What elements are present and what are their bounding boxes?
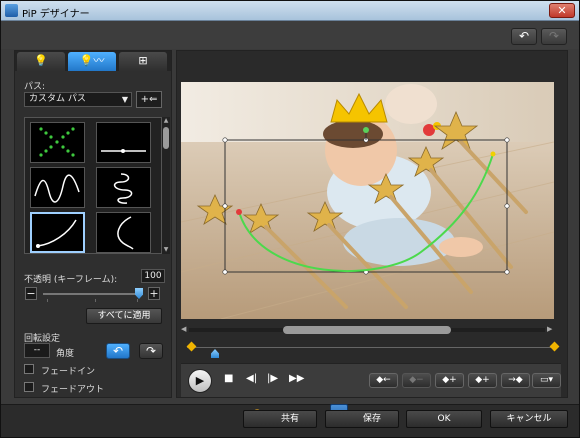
- slider-tick: [95, 299, 96, 302]
- next-keyframe-button[interactable]: →◆: [501, 373, 530, 388]
- slider-tick: [47, 299, 48, 302]
- previous-frame-button[interactable]: ◀|: [246, 373, 257, 384]
- tab-motion-path-icon[interactable]: 💡〰: [68, 52, 116, 71]
- scrollbar-thumb[interactable]: [163, 127, 169, 149]
- window-title: PiP デザイナー: [22, 9, 90, 20]
- tab-properties-lightbulb-icon[interactable]: 💡: [17, 52, 65, 71]
- path-dropdown[interactable]: カスタム パス ▼: [24, 92, 132, 107]
- spiral-path-icon: [113, 173, 133, 204]
- path-template-hook[interactable]: [96, 212, 151, 253]
- x-path-icon: [39, 127, 75, 157]
- path-template-line[interactable]: [96, 122, 151, 163]
- rotate-cw-button[interactable]: ↷: [139, 343, 163, 359]
- stop-button[interactable]: ■: [224, 373, 233, 384]
- curve-path-icon: [36, 219, 77, 248]
- hook-path-icon: [117, 216, 134, 250]
- scroll-left-icon[interactable]: ◀: [181, 325, 186, 333]
- close-button[interactable]: ✕: [549, 3, 575, 18]
- path-label: パス:: [24, 82, 46, 92]
- cancel-button[interactable]: キャンセル: [490, 410, 568, 428]
- add-keyframe-button[interactable]: ◆+: [435, 373, 464, 388]
- preview-image: [181, 82, 554, 319]
- scroll-up-icon[interactable]: ▲: [162, 117, 170, 125]
- timeline-track: [187, 347, 553, 348]
- top-toolbar: [1, 21, 579, 49]
- rotation-unit-label: 角度: [56, 349, 75, 359]
- save-button[interactable]: 保存: [325, 410, 399, 428]
- opacity-slider-handle[interactable]: [135, 288, 143, 299]
- opacity-value-field[interactable]: 100: [141, 269, 165, 283]
- path-template-curve-selected[interactable]: [30, 212, 85, 253]
- remove-keyframe-button[interactable]: ◆−: [402, 373, 431, 388]
- scrollbar-thumb[interactable]: [283, 326, 451, 334]
- opacity-slider-track[interactable]: [43, 293, 141, 295]
- fade-in-label: フェードイン: [41, 367, 96, 377]
- keyframe-timeline[interactable]: [181, 341, 561, 359]
- rotation-angle-field[interactable]: --: [24, 343, 50, 358]
- path-template-spiral[interactable]: [96, 167, 151, 208]
- rotate-ccw-button[interactable]: ↶: [106, 343, 130, 359]
- path-grid-scrollbar[interactable]: ▲ ▼: [162, 117, 170, 254]
- path-dropdown-value: カスタム パス: [29, 94, 86, 104]
- fade-out-label: フェードアウト: [41, 385, 105, 395]
- scroll-right-icon[interactable]: ▶: [547, 325, 552, 333]
- opacity-label: 不透明 (キーフレーム):: [24, 275, 118, 285]
- duplicate-keyframe-button[interactable]: ◆+: [468, 373, 497, 388]
- fast-forward-button[interactable]: ▶▶: [289, 373, 304, 384]
- ok-button[interactable]: OK: [406, 410, 482, 428]
- scroll-down-icon[interactable]: ▼: [162, 246, 170, 254]
- keyframe-marker-end[interactable]: [549, 341, 560, 352]
- path-template-wave[interactable]: [30, 167, 85, 208]
- path-template-x[interactable]: [30, 122, 85, 163]
- opacity-plus-button[interactable]: +: [148, 287, 160, 300]
- line-path-icon: [101, 149, 146, 153]
- chevron-down-icon: ▼: [121, 95, 128, 104]
- previous-keyframe-button[interactable]: ◆←: [369, 373, 398, 388]
- app-icon: [5, 4, 18, 17]
- undo-button[interactable]: ↶: [511, 28, 537, 45]
- wave-path-icon: [34, 174, 80, 203]
- apply-all-button[interactable]: すべてに適用: [86, 308, 162, 324]
- path-template-grid: [24, 117, 162, 254]
- properties-panel: 💡 💡〰 ⊞ パス: カスタム パス ▼ +⇐ ▲ ▼ 不透明 (キーフレーム)…: [14, 50, 172, 398]
- play-button[interactable]: ▶: [188, 369, 212, 393]
- fade-in-checkbox[interactable]: [24, 364, 34, 374]
- opacity-minus-button[interactable]: −: [25, 287, 37, 300]
- title-bar: PiP デザイナー ✕: [1, 1, 579, 21]
- redo-button[interactable]: ↷: [541, 28, 567, 45]
- keyframe-marker-start[interactable]: [186, 341, 197, 352]
- property-tabs: 💡 💡〰 ⊞: [15, 51, 171, 71]
- pip-designer-window: PiP デザイナー ✕ ↶ ↷ 💡 💡〰 ⊞ パス: カスタム パス ▼ +⇐: [0, 0, 580, 438]
- preview-horizontal-scrollbar[interactable]: ◀ ▶: [181, 325, 554, 335]
- display-options-button[interactable]: ▭▾: [532, 373, 561, 388]
- slider-tick: [137, 299, 138, 302]
- share-button[interactable]: 共有: [243, 410, 317, 428]
- next-frame-button[interactable]: |▶: [267, 373, 278, 384]
- add-custom-path-button[interactable]: +⇐: [136, 91, 162, 108]
- video-preview[interactable]: [181, 82, 554, 319]
- fade-out-checkbox[interactable]: [24, 382, 34, 392]
- tab-grid-icon[interactable]: ⊞: [119, 52, 167, 71]
